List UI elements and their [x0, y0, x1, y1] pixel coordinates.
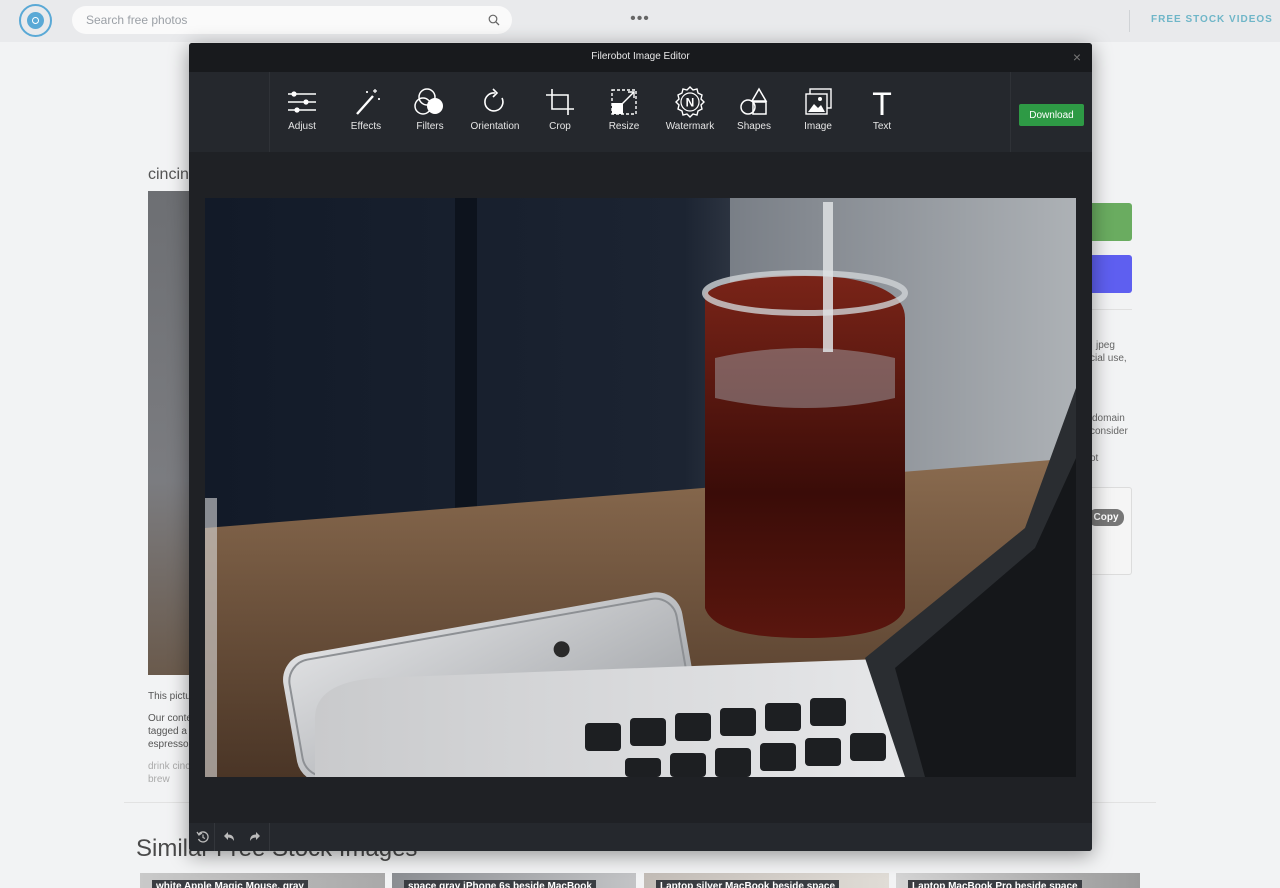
tool-effects[interactable]: Effects: [334, 86, 398, 138]
tool-label: Orientation: [470, 121, 520, 132]
search-icon[interactable]: [488, 14, 500, 26]
tool-label: Adjust: [288, 121, 316, 132]
background-text: domain: [1092, 413, 1125, 424]
background-download-button[interactable]: [1088, 203, 1132, 241]
free-stock-videos-link[interactable]: FREE STOCK VIDEOS: [1151, 14, 1273, 25]
modal-title: Filerobot Image Editor: [591, 51, 690, 62]
tool-watermark[interactable]: N Watermark: [658, 86, 722, 138]
divider: [1010, 72, 1011, 152]
background-tag[interactable]: drink cinc: [148, 761, 190, 772]
divider: [214, 823, 215, 851]
background-edit-button[interactable]: [1088, 255, 1132, 293]
close-icon[interactable]: ×: [1070, 50, 1084, 64]
editor-toolbar: Adjust Effects Filters Orientation Crop …: [189, 72, 1092, 152]
similar-thumbnail[interactable]: Laptop silver MacBook beside space: [644, 873, 889, 888]
copy-button[interactable]: Copy: [1088, 509, 1124, 526]
tool-text[interactable]: T Text: [850, 86, 914, 138]
tool-image[interactable]: Image: [786, 86, 850, 138]
undo-icon[interactable]: [221, 829, 237, 845]
thumbnail-caption: white Apple Magic Mouse, gray: [152, 880, 308, 888]
background-text: cial use,: [1090, 353, 1127, 364]
tool-resize[interactable]: Resize: [592, 86, 656, 138]
sliders-icon: [288, 91, 316, 113]
history-icon[interactable]: [195, 829, 211, 845]
editor-canvas[interactable]: [189, 152, 1092, 823]
tool-label: Effects: [350, 121, 382, 132]
search-bar: [72, 6, 512, 34]
background-text: Our conte: [148, 713, 190, 724]
background-text: This pictu: [148, 691, 190, 702]
tool-label: Watermark: [665, 121, 715, 132]
divider: [269, 823, 270, 851]
site-header: ••• FREE STOCK VIDEOS: [0, 0, 1280, 42]
background-text: jpeg: [1096, 340, 1115, 351]
divider: [1090, 309, 1132, 310]
embed-code-card: [1086, 487, 1132, 575]
svg-text:T: T: [872, 86, 892, 118]
thumbnail-caption: Laptop silver MacBook beside space: [656, 880, 840, 888]
tool-label: Image: [804, 121, 832, 132]
modal-header: Filerobot Image Editor ×: [189, 43, 1092, 72]
tool-label: Text: [872, 121, 892, 132]
shapes-icon: [740, 87, 768, 115]
more-menu-icon[interactable]: •••: [628, 9, 652, 29]
background-photo: [148, 191, 192, 675]
tool-adjust[interactable]: Adjust: [270, 86, 334, 138]
background-text: tagged a: [148, 726, 187, 737]
crop-icon: [546, 89, 574, 115]
similar-thumbnail[interactable]: space gray iPhone 6s beside MacBook: [392, 873, 636, 888]
background-tag[interactable]: brew: [148, 774, 190, 785]
similar-thumbnail[interactable]: white Apple Magic Mouse, gray: [140, 873, 385, 888]
background-text: consider: [1090, 426, 1128, 437]
filters-icon: [414, 88, 443, 115]
tool-label: Crop: [549, 121, 571, 132]
tool-shapes[interactable]: Shapes: [722, 86, 786, 138]
tool-orientation[interactable]: Orientation: [463, 86, 527, 138]
image-editor-modal: Filerobot Image Editor × Adjust Effects …: [189, 43, 1092, 851]
camera-logo-icon[interactable]: [19, 4, 52, 37]
search-input[interactable]: [86, 11, 466, 29]
watermark-icon: N: [675, 86, 705, 118]
tool-label: Shapes: [737, 121, 771, 132]
background-photo-title: cincin: [148, 166, 189, 183]
download-button[interactable]: Download: [1019, 104, 1084, 126]
text-icon: T: [872, 86, 892, 118]
tool-filters[interactable]: Filters: [398, 86, 462, 138]
background-text: espresso: [148, 739, 189, 750]
editor-bottom-bar: [189, 823, 1092, 851]
photo-content: [205, 198, 1076, 777]
resize-icon: [611, 89, 637, 115]
header-divider: [1129, 10, 1130, 32]
edited-photo[interactable]: [205, 198, 1076, 777]
tool-crop[interactable]: Crop: [528, 86, 592, 138]
svg-text:N: N: [686, 96, 695, 110]
redo-icon[interactable]: [247, 829, 263, 845]
thumbnail-caption: space gray iPhone 6s beside MacBook: [404, 880, 596, 888]
tool-label: Filters: [416, 121, 444, 132]
similar-thumbnail[interactable]: Laptop MacBook Pro beside space: [896, 873, 1140, 888]
magic-wand-icon: [356, 89, 380, 115]
rotate-icon: [484, 88, 504, 112]
image-icon: [805, 88, 832, 115]
tool-label: Resize: [608, 121, 640, 132]
thumbnail-caption: Laptop MacBook Pro beside space: [908, 880, 1082, 888]
